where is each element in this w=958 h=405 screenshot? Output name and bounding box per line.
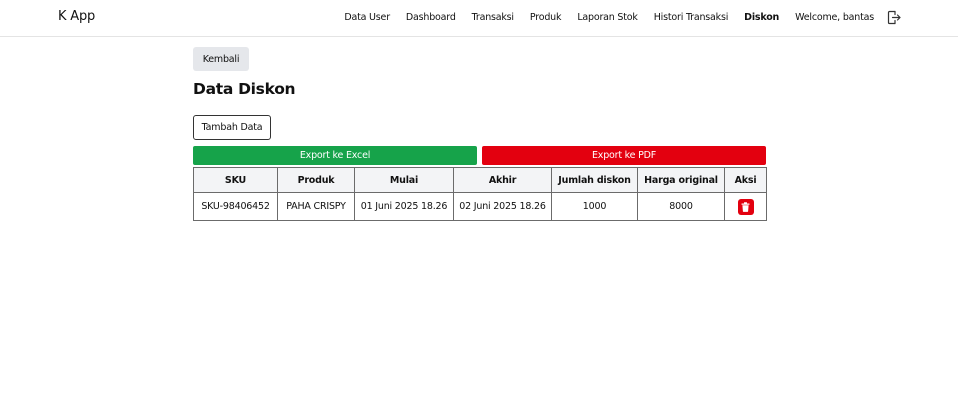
cell-akhir: 02 Juni 2025 18.26 xyxy=(453,192,552,221)
cell-sku: SKU-98406452 xyxy=(193,192,278,221)
export-row: Export ke Excel Export ke PDF xyxy=(193,146,766,165)
nav-item-laporan-stok[interactable]: Laporan Stok xyxy=(577,12,638,23)
back-button[interactable]: Kembali xyxy=(193,47,249,71)
navbar: K App Data User Dashboard Transaksi Prod… xyxy=(0,0,958,37)
nav-item-diskon[interactable]: Diskon xyxy=(744,12,779,23)
delete-button[interactable] xyxy=(737,198,754,215)
add-data-button[interactable]: Tambah Data xyxy=(193,115,271,140)
cell-mulai: 01 Juni 2025 18.26 xyxy=(354,192,454,221)
trash-icon xyxy=(741,201,750,212)
column-header-aksi: Aksi xyxy=(724,167,767,193)
nav-menu: Data User Dashboard Transaksi Produk Lap… xyxy=(344,0,958,34)
nav-item-transaksi[interactable]: Transaksi xyxy=(472,12,514,23)
column-header-akhir: Akhir xyxy=(453,167,552,193)
cell-jumlah-diskon: 1000 xyxy=(551,192,638,221)
logout-icon[interactable] xyxy=(887,9,902,25)
nav-item-dashboard[interactable]: Dashboard xyxy=(406,12,456,23)
nav-item-produk[interactable]: Produk xyxy=(530,12,562,23)
column-header-jumlah-diskon: Jumlah diskon xyxy=(551,167,638,193)
discount-table: SKU Produk Mulai Akhir Jumlah diskon Har… xyxy=(193,167,767,221)
cell-harga-original: 8000 xyxy=(637,192,725,221)
column-header-produk: Produk xyxy=(277,167,355,193)
export-excel-button[interactable]: Export ke Excel xyxy=(193,146,477,165)
nav-item-histori-transaksi[interactable]: Histori Transaksi xyxy=(654,12,729,23)
cell-aksi xyxy=(724,192,767,221)
page-title: Data Diskon xyxy=(193,80,296,98)
welcome-text: Welcome, bantas xyxy=(795,11,874,23)
column-header-sku: SKU xyxy=(193,167,278,193)
export-pdf-button[interactable]: Export ke PDF xyxy=(482,146,766,165)
app-brand[interactable]: K App xyxy=(58,9,95,24)
table-header-row: SKU Produk Mulai Akhir Jumlah diskon Har… xyxy=(193,167,767,193)
table-row: SKU-98406452 PAHA CRISPY 01 Juni 2025 18… xyxy=(193,192,767,221)
cell-produk: PAHA CRISPY xyxy=(277,192,355,221)
column-header-mulai: Mulai xyxy=(354,167,454,193)
column-header-harga-original: Harga original xyxy=(637,167,725,193)
nav-item-data-user[interactable]: Data User xyxy=(344,12,390,23)
